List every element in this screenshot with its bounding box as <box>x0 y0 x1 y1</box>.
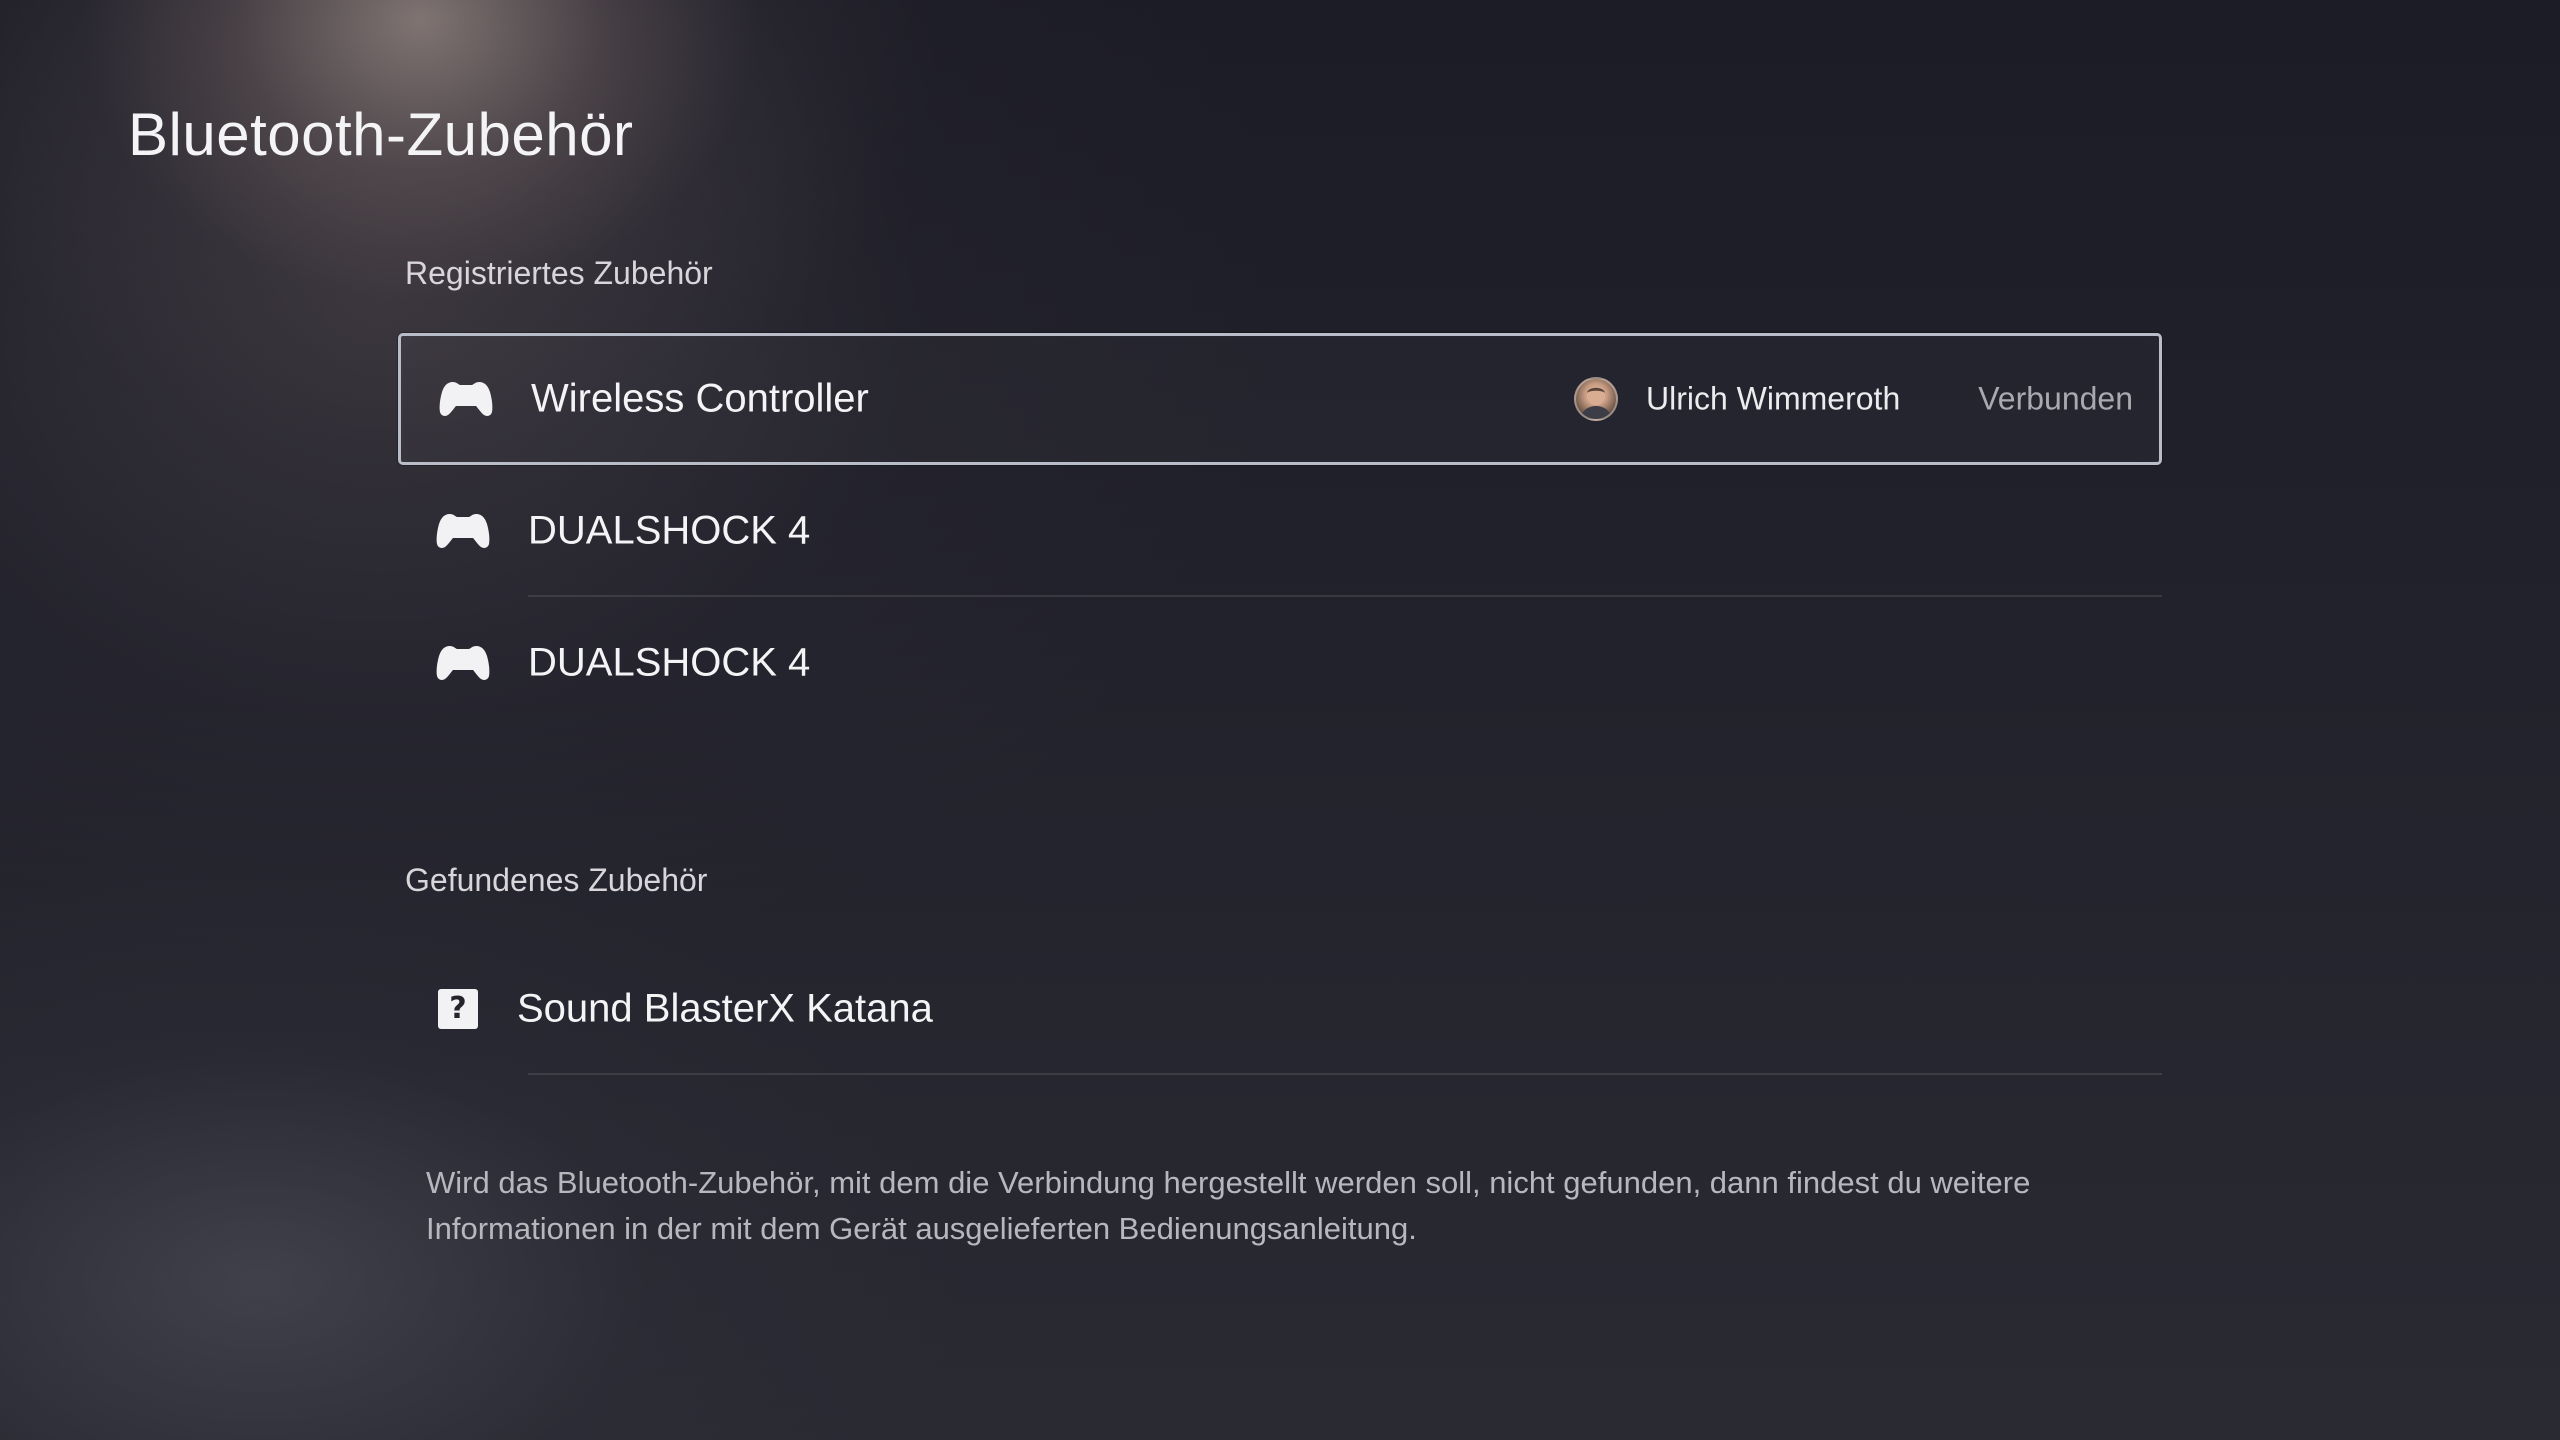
gamepad-icon <box>436 514 490 548</box>
accessory-row-dualshock-4[interactable]: DUALSHOCK 4 <box>398 597 2162 729</box>
accessory-label: Wireless Controller <box>531 376 869 421</box>
unknown-device-icon: ? <box>438 989 478 1029</box>
user-name: Ulrich Wimmeroth <box>1646 380 1901 417</box>
accessory-label: DUALSHOCK 4 <box>528 640 811 685</box>
accessory-label: DUALSHOCK 4 <box>528 508 811 553</box>
accessory-row-wireless-controller[interactable]: Wireless Controller Ulrich Wimmeroth Ver… <box>398 333 2162 465</box>
connection-status: Verbunden <box>1978 380 2133 417</box>
gamepad-icon <box>439 382 493 416</box>
section-header-registered: Registriertes Zubehör <box>405 255 713 291</box>
found-accessory-row-sound-blasterx-katana[interactable]: ? Sound BlasterX Katana <box>398 943 2162 1075</box>
help-text: Wird das Bluetooth-Zubehör, mit dem die … <box>426 1165 2031 1246</box>
avatar <box>1574 377 1618 421</box>
accessory-row-dualshock-4[interactable]: DUALSHOCK 4 <box>398 465 2162 597</box>
accessory-label: Sound BlasterX Katana <box>517 986 933 1031</box>
page-title: Bluetooth-Zubehör <box>128 101 634 168</box>
gamepad-icon <box>436 646 490 680</box>
row-divider <box>528 1073 2162 1075</box>
section-header-found: Gefundenes Zubehör <box>405 862 708 898</box>
